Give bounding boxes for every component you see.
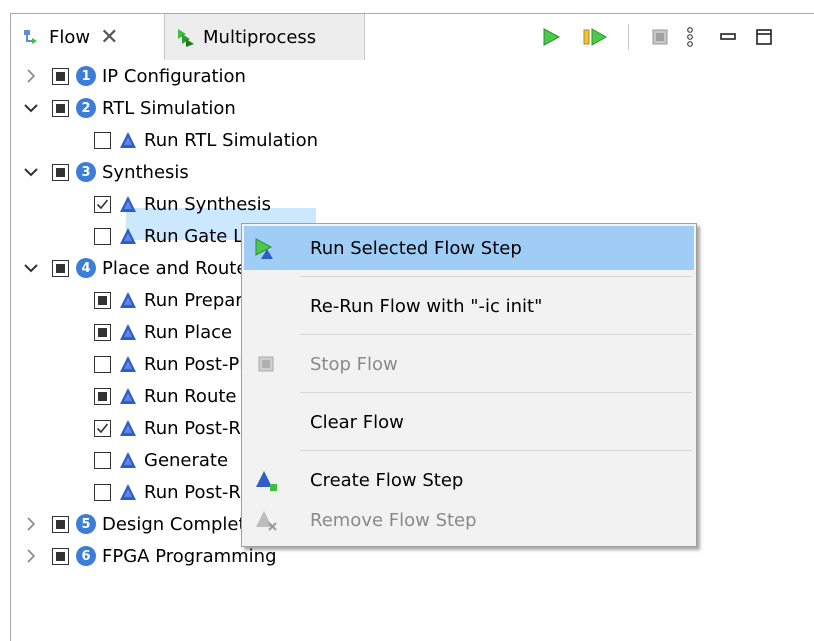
tree-item-label: FPGA Programming: [102, 545, 277, 567]
tree-step-row[interactable]: Run Route: [94, 380, 237, 412]
tab-flow[interactable]: Flow ✕: [11, 14, 165, 60]
stop-icon: [254, 352, 278, 376]
tree-item-label: Run RTL Simulation: [144, 129, 319, 151]
tree-group-row[interactable]: 6 FPGA Programming: [22, 540, 277, 572]
menu-separator: [300, 450, 692, 451]
tree-group-row[interactable]: 2 RTL Simulation: [22, 92, 236, 124]
checkbox[interactable]: [94, 483, 111, 501]
checkbox[interactable]: [52, 67, 69, 85]
tree-item-label: Run Route: [144, 385, 237, 407]
tab-label: Flow: [49, 26, 91, 48]
tree-group-row[interactable]: 4 Place and Route: [22, 252, 247, 284]
tree-step-row[interactable]: Run Place: [94, 316, 232, 348]
checkbox[interactable]: [94, 355, 111, 373]
step-number-icon: 4: [76, 258, 96, 278]
chevron-right-icon[interactable]: [22, 515, 40, 533]
menu-item-run-selected-flow-step[interactable]: Run Selected Flow Step: [244, 226, 694, 270]
flow-step-icon: [118, 194, 138, 214]
chevron-down-icon[interactable]: [22, 163, 40, 181]
menu-item-rerun-flow[interactable]: Re-Run Flow with "-ic init": [244, 284, 694, 328]
create-step-icon: [254, 468, 278, 492]
menu-item-label: Remove Flow Step: [310, 509, 477, 531]
menu-item-label: Clear Flow: [310, 411, 404, 433]
tab-bar: Flow ✕ Multiprocess: [11, 14, 814, 60]
run-step-icon: [254, 236, 278, 260]
step-number-icon: 1: [76, 66, 96, 86]
step-number-icon: 6: [76, 546, 96, 566]
step-number-icon: 3: [76, 162, 96, 182]
flow-step-icon: [118, 354, 138, 374]
menu-item-clear-flow[interactable]: Clear Flow: [244, 400, 694, 444]
menu-item-label: Stop Flow: [310, 353, 398, 375]
run-from-icon[interactable]: [581, 25, 609, 49]
checkbox[interactable]: [94, 195, 111, 213]
step-number-icon: 5: [76, 514, 96, 534]
tab-label: Multiprocess: [203, 26, 317, 48]
checkbox[interactable]: [52, 163, 69, 181]
tree-group-row[interactable]: 1 IP Configuration: [22, 60, 246, 92]
checkbox[interactable]: [52, 515, 69, 533]
tree-group-row[interactable]: 5 Design Completion: [22, 508, 273, 540]
chevron-right-icon[interactable]: [22, 67, 40, 85]
flow-step-icon: [118, 450, 138, 470]
chevron-down-icon[interactable]: [22, 99, 40, 117]
checkbox[interactable]: [52, 259, 69, 277]
tree-item-label: Generate: [144, 449, 229, 471]
menu-item-stop-flow[interactable]: Stop Flow: [244, 342, 694, 386]
tree-item-label: Place and Route: [102, 257, 248, 279]
chevron-right-icon[interactable]: [22, 547, 40, 565]
flow-step-icon: [118, 482, 138, 502]
checkbox[interactable]: [94, 387, 111, 405]
tree-group-row[interactable]: 3 Synthesis: [22, 156, 189, 188]
run-icon[interactable]: [539, 25, 563, 49]
tree-step-row[interactable]: Run Synthesis: [94, 188, 271, 220]
flow-icon: [24, 30, 37, 44]
tree-step-row[interactable]: Generate: [94, 444, 228, 476]
checkbox[interactable]: [94, 227, 111, 245]
tree-item-label: IP Configuration: [102, 65, 246, 87]
menu-item-remove-flow-step[interactable]: Remove Flow Step: [244, 498, 694, 542]
tree-step-row[interactable]: Run RTL Simulation: [94, 124, 318, 156]
checkbox[interactable]: [94, 419, 111, 437]
menu-separator: [300, 276, 692, 277]
menu-item-label: Create Flow Step: [310, 469, 464, 491]
context-menu: Run Selected Flow Step Re-Run Flow with …: [241, 223, 697, 547]
checkbox[interactable]: [94, 131, 111, 149]
close-icon[interactable]: ✕: [100, 25, 118, 50]
menu-item-create-flow-step[interactable]: Create Flow Step: [244, 458, 694, 502]
checkbox[interactable]: [94, 323, 111, 341]
step-number-icon: 2: [76, 98, 96, 118]
flow-step-icon: [118, 130, 138, 150]
flow-step-icon: [118, 226, 138, 246]
checkbox[interactable]: [52, 99, 69, 117]
menu-separator: [300, 392, 692, 393]
flow-step-icon: [118, 386, 138, 406]
checkbox[interactable]: [94, 291, 111, 309]
chevron-down-icon[interactable]: [22, 259, 40, 277]
tree-item-label: Run Synthesis: [144, 193, 272, 215]
multiprocess-icon: [178, 29, 194, 47]
tree-step-row[interactable]: Run Prepare: [94, 284, 253, 316]
tree-item-label: Synthesis: [102, 161, 189, 183]
tree-item-label: Run Place: [144, 321, 233, 343]
flow-step-icon: [118, 290, 138, 310]
menu-item-label: Run Selected Flow Step: [310, 237, 522, 259]
minimize-icon[interactable]: [717, 25, 739, 49]
menu-separator: [300, 334, 692, 335]
remove-step-icon: [254, 508, 278, 532]
tree-item-label: Run Prepare: [144, 289, 254, 311]
menu-item-label: Re-Run Flow with "-ic init": [310, 295, 543, 317]
flow-step-icon: [118, 418, 138, 438]
maximize-icon[interactable]: [753, 25, 775, 49]
flow-step-icon: [118, 322, 138, 342]
stop-icon[interactable]: [649, 25, 671, 49]
checkbox[interactable]: [52, 547, 69, 565]
tree-item-label: RTL Simulation: [102, 97, 236, 119]
checkbox[interactable]: [94, 451, 111, 469]
toolbar-separator: [628, 24, 629, 50]
tab-multiprocess[interactable]: Multiprocess: [165, 14, 365, 60]
view-menu-icon[interactable]: [681, 25, 699, 49]
